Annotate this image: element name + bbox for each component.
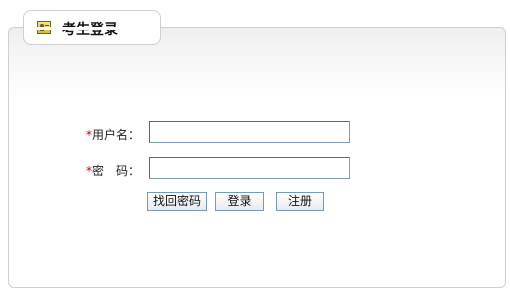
register-button[interactable]: 注册 — [276, 192, 324, 211]
username-label-row: *用户名： — [86, 126, 140, 143]
forgot-password-button[interactable]: 找回密码 — [147, 192, 207, 211]
password-input[interactable] — [149, 157, 350, 179]
password-label: 密 码： — [92, 164, 141, 178]
tab-divider-cover — [24, 27, 160, 30]
username-input[interactable] — [149, 121, 350, 143]
username-label: 用户名： — [92, 128, 141, 142]
login-button[interactable]: 登录 — [215, 192, 264, 211]
password-label-row: *密 码： — [86, 162, 140, 179]
